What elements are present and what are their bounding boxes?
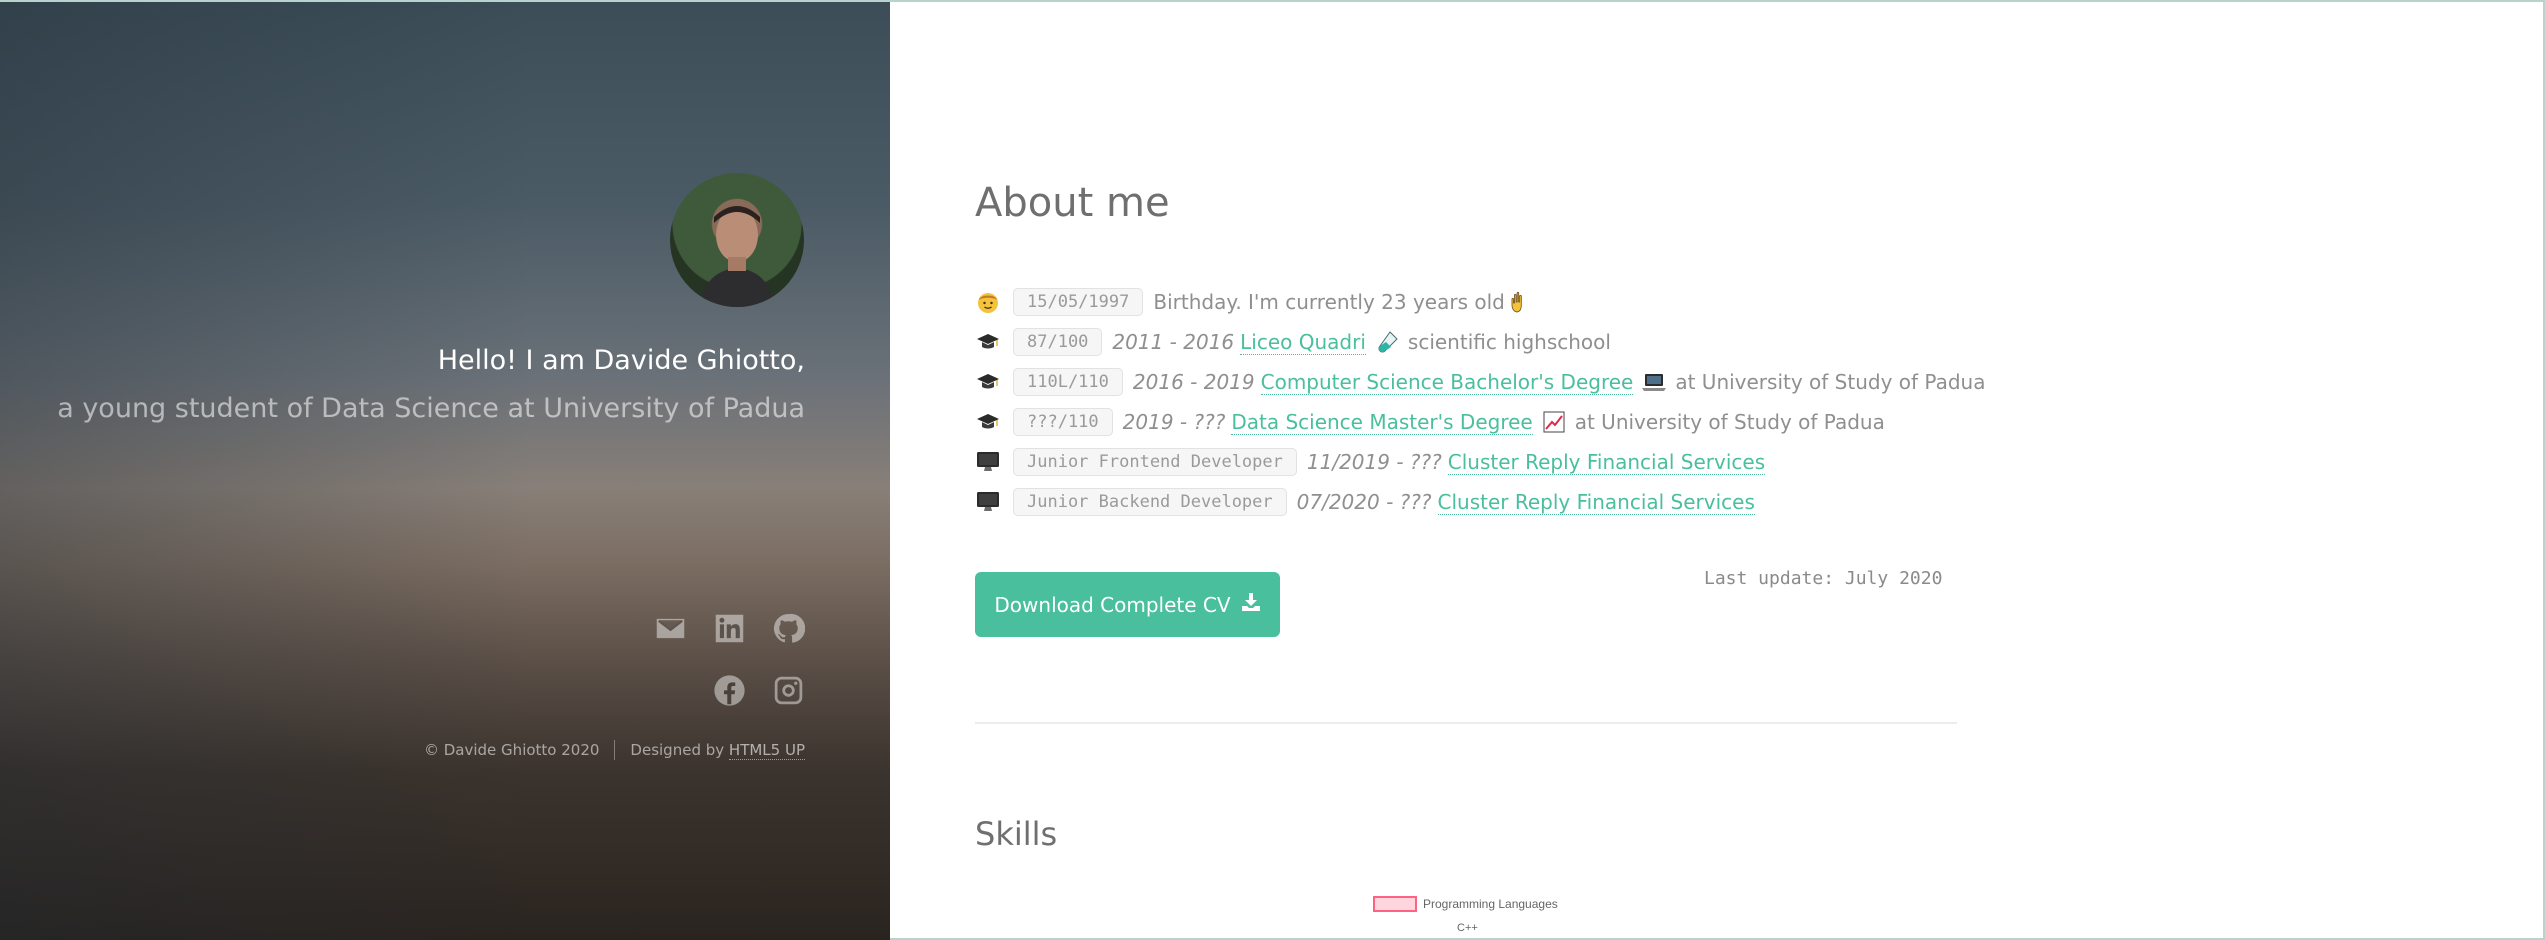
row-text: at University of Study of Padua bbox=[1574, 410, 1885, 434]
about-timeline: 15/05/1997 Birthday. I'm currently 23 ye… bbox=[975, 282, 1985, 522]
facebook-icon[interactable] bbox=[713, 674, 746, 707]
avatar bbox=[670, 173, 804, 307]
test-tube-icon bbox=[1374, 329, 1400, 355]
chart-legend[interactable]: Programming Languages bbox=[1373, 896, 1558, 912]
row-dates: 11/2019 - ??? bbox=[1306, 450, 1442, 474]
designed-by-text: Designed by bbox=[630, 741, 725, 759]
row-dates: 07/2020 - ??? bbox=[1296, 490, 1432, 514]
row-text: scientific highschool bbox=[1407, 330, 1611, 354]
legend-swatch bbox=[1373, 896, 1417, 912]
section-divider bbox=[975, 722, 1957, 724]
graduation-cap-icon bbox=[975, 409, 1001, 435]
employer-link[interactable]: Cluster Reply Financial Services bbox=[1437, 490, 1755, 515]
row-tag: 15/05/1997 bbox=[1013, 288, 1144, 316]
legend-label: Programming Languages bbox=[1423, 897, 1558, 911]
bachelor-degree-link[interactable]: Computer Science Bachelor's Degree bbox=[1260, 370, 1634, 395]
timeline-row: 87/100 2011 - 2016 Liceo Quadri scientif… bbox=[975, 322, 1985, 362]
download-cv-label: Download Complete CV bbox=[994, 592, 1231, 617]
skills-heading: Skills bbox=[975, 815, 1058, 853]
graduation-cap-icon bbox=[975, 369, 1001, 395]
master-degree-link[interactable]: Data Science Master's Degree bbox=[1231, 410, 1533, 435]
footer-separator bbox=[614, 740, 616, 760]
timeline-row: 110L/110 2016 - 2019 Computer Science Ba… bbox=[975, 362, 1985, 402]
row-dates: 2011 - 2016 bbox=[1112, 330, 1235, 354]
timeline-row: 15/05/1997 Birthday. I'm currently 23 ye… bbox=[975, 282, 1985, 322]
greeting-subtitle: a young student of Data Science at Unive… bbox=[57, 393, 805, 424]
row-tag: Junior Backend Developer bbox=[1013, 488, 1287, 516]
greeting-heading: Hello! I am Davide Ghiotto, bbox=[437, 345, 805, 376]
row-dates: 2019 - ??? bbox=[1122, 410, 1226, 434]
last-update-text: Last update: July 2020 bbox=[1704, 568, 1943, 589]
ok-hand-icon bbox=[1507, 289, 1533, 315]
boy-face-icon bbox=[975, 289, 1001, 315]
copyright-text: © Davide Ghiotto 2020 bbox=[423, 741, 600, 759]
computer-icon bbox=[975, 449, 1001, 475]
github-icon[interactable] bbox=[772, 612, 805, 645]
timeline-row: ???/110 2019 - ??? Data Science Master's… bbox=[975, 402, 1985, 442]
footer-copyright: © Davide Ghiotto 2020 Designed by HTML5 … bbox=[424, 740, 805, 760]
profile-header: Hello! I am Davide Ghiotto, a young stud… bbox=[0, 0, 890, 940]
row-tag: 87/100 bbox=[1013, 328, 1103, 356]
social-links-row-2 bbox=[713, 674, 805, 707]
download-icon bbox=[1241, 592, 1261, 617]
liceo-quadri-link[interactable]: Liceo Quadri bbox=[1240, 330, 1366, 355]
row-tag: Junior Frontend Developer bbox=[1013, 448, 1297, 476]
row-dates: 2016 - 2019 bbox=[1132, 370, 1255, 394]
chart-increasing-icon bbox=[1541, 409, 1567, 435]
row-text: Birthday. I'm currently 23 years old bbox=[1153, 290, 1505, 314]
social-links-row-1 bbox=[654, 612, 805, 645]
about-heading: About me bbox=[975, 180, 1170, 226]
employer-link[interactable]: Cluster Reply Financial Services bbox=[1447, 450, 1766, 475]
laptop-icon bbox=[1641, 369, 1667, 395]
envelope-icon[interactable] bbox=[654, 612, 687, 645]
row-tag: ???/110 bbox=[1013, 408, 1113, 436]
instagram-icon[interactable] bbox=[772, 674, 805, 707]
computer-icon bbox=[975, 489, 1001, 515]
graduation-cap-icon bbox=[975, 329, 1001, 355]
designer-link[interactable]: HTML5 UP bbox=[728, 741, 805, 760]
row-tag: 110L/110 bbox=[1013, 368, 1123, 396]
download-cv-button[interactable]: Download Complete CV bbox=[975, 572, 1280, 637]
chart-tick-label: C++ bbox=[1457, 922, 1478, 934]
linkedin-icon[interactable] bbox=[713, 612, 746, 645]
timeline-row: Junior Backend Developer 07/2020 - ??? C… bbox=[975, 482, 1985, 522]
top-border bbox=[0, 0, 2545, 2]
timeline-row: Junior Frontend Developer 11/2019 - ??? … bbox=[975, 442, 1985, 482]
row-text: at University of Study of Padua bbox=[1675, 370, 1986, 394]
